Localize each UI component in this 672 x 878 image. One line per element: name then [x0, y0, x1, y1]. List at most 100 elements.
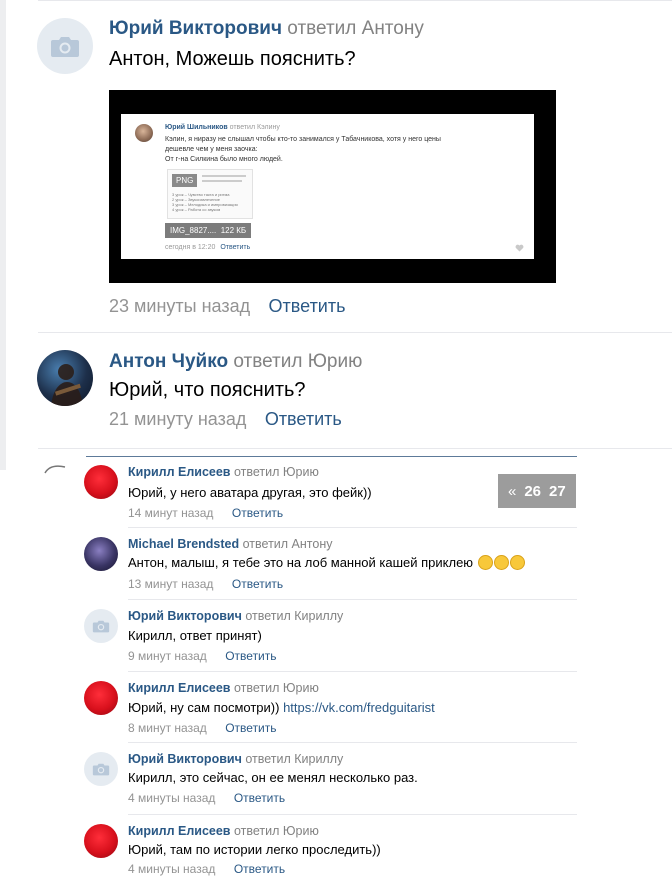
- png-line: [202, 175, 246, 177]
- reply-target: ответил Юрию: [233, 681, 319, 695]
- author-name[interactable]: Michael Brendsted: [128, 537, 239, 551]
- avatar[interactable]: [84, 609, 118, 643]
- camera-icon: [92, 763, 110, 776]
- author-name[interactable]: Кирилл Елисеев: [128, 681, 231, 695]
- profile-link[interactable]: https://vk.com/fredguitarist: [283, 700, 435, 715]
- reply-target: ответил Кэлину: [229, 124, 280, 131]
- timestamp: сегодня в 12:20: [165, 244, 216, 251]
- comment: Кирилл Елисеев ответил Юрию Юрий, там по…: [84, 817, 578, 878]
- reply-button[interactable]: Ответить: [265, 409, 342, 429]
- comment-text: Юрий, ну сам посмотри)): [128, 700, 280, 715]
- file-name: IMG_8827....: [170, 226, 217, 235]
- avatar: [135, 124, 153, 142]
- author-name[interactable]: Кирилл Елисеев: [128, 465, 231, 479]
- comment-header: Юрий Викторович ответил Кириллу: [128, 609, 343, 623]
- timestamp[interactable]: 8 минут назад: [128, 721, 207, 735]
- comment-text: Кирилл, это сейчас, он ее менял нескольк…: [128, 770, 418, 785]
- grinning-emoji-icon: [477, 555, 493, 570]
- author-name[interactable]: Юрий Викторович: [128, 609, 242, 623]
- embedded-text-3: От г-на Силкина было много людей.: [165, 156, 283, 163]
- comment-header: Кирилл Елисеев ответил Юрию: [128, 681, 319, 695]
- timestamp[interactable]: 21 минуту назад: [109, 409, 246, 429]
- heart-icon: [515, 244, 524, 252]
- comment: Юрий Викторович ответил Кириллу Кирилл, …: [84, 602, 578, 672]
- comment-divider: [38, 448, 672, 449]
- file-badge: IMG_8827.... 122 КБ: [165, 223, 252, 238]
- avatar[interactable]: [37, 18, 93, 74]
- comment-text: Антон, Можешь пояснить?: [109, 48, 356, 70]
- comment-meta: 23 минуты назад Ответить: [109, 296, 346, 317]
- timestamp[interactable]: 4 минуты назад: [128, 862, 215, 876]
- comment-meta: 4 минуты назад Ответить: [128, 789, 285, 807]
- embedded-text-2: дешевле чем у меня заочка:: [165, 146, 258, 153]
- embedded-text-1: Кэлин, я ниразу не слышал чтобы кто-то з…: [165, 136, 441, 143]
- comment-header: Антон Чуйко ответил Юрию: [109, 351, 362, 373]
- png-list: 3 урок – Чувство такта и ритма 2 урок – …: [172, 192, 238, 212]
- rofl-emoji-icon: [493, 555, 509, 570]
- comment: Антон Чуйко ответил Юрию Юрий, что поясн…: [0, 333, 672, 448]
- comment-header: Юрий Викторович ответил Кириллу: [128, 752, 343, 766]
- comment-text-line: Антон, малыш, я тебе это на лоб манной к…: [128, 555, 525, 570]
- comment-meta: 4 минуты назад Ответить: [128, 860, 285, 878]
- timestamp[interactable]: 23 минуты назад: [109, 296, 250, 316]
- comment-meta: 9 минут назад Ответить: [128, 647, 277, 665]
- avatar[interactable]: [84, 752, 118, 786]
- comment-header: Michael Brendsted ответил Антону: [128, 537, 332, 551]
- timestamp[interactable]: 14 минут назад: [128, 506, 213, 520]
- timestamp[interactable]: 13 минут назад: [128, 577, 213, 591]
- attached-image[interactable]: Юрий Шильников ответил Кэлину Кэлин, я н…: [109, 90, 556, 283]
- reply-button[interactable]: Ответить: [225, 649, 276, 663]
- png-attachment: PNG 3 урок – Чувство такта и ритма 2 уро…: [167, 169, 253, 219]
- comment-text: Кирилл, ответ принят): [128, 628, 262, 643]
- comment-meta: 14 минут назад Ответить: [128, 504, 283, 522]
- png-line: [202, 180, 242, 182]
- author-name[interactable]: Юрий Викторович: [128, 752, 242, 766]
- comment-meta: 8 минут назад Ответить: [128, 719, 277, 737]
- reply-button[interactable]: Ответить: [232, 577, 283, 591]
- author-name[interactable]: Антон Чуйко: [109, 351, 228, 372]
- reply-button[interactable]: Ответить: [269, 296, 346, 316]
- reply-target: ответил Кириллу: [245, 752, 344, 766]
- camera-icon: [51, 37, 79, 57]
- comment: Michael Brendsted ответил Антону Антон, …: [84, 530, 578, 600]
- comment-divider: [128, 527, 577, 528]
- comment-divider: [128, 814, 577, 815]
- comment-header: Юрий Викторович ответил Антону: [109, 18, 424, 40]
- avatar[interactable]: [84, 465, 118, 499]
- reply-target: ответил Кириллу: [245, 609, 344, 623]
- comment-text: Антон, малыш, я тебе это на лоб манной к…: [128, 555, 474, 570]
- reply-target: ответил Юрию: [233, 465, 319, 479]
- comment-header: Кирилл Елисеев ответил Юрию: [128, 824, 319, 838]
- reply-target: ответил Юрию: [233, 351, 363, 372]
- camera-icon: [92, 620, 110, 633]
- partial-avatar-fragment: [44, 465, 66, 474]
- comment-meta: 21 минуту назад Ответить: [109, 409, 342, 430]
- comment-text: Юрий, у него аватара другая, это фейк)): [128, 485, 372, 500]
- reply-target: ответил Юрию: [233, 824, 319, 838]
- comment-header: Кирилл Елисеев ответил Юрию: [128, 465, 319, 479]
- comment: Юрий Викторович ответил Кириллу Кирилл, …: [84, 745, 578, 815]
- reply-button[interactable]: Ответить: [234, 791, 285, 805]
- reply-button[interactable]: Ответить: [232, 506, 283, 520]
- embedded-meta: сегодня в 12:20 Ответить: [165, 243, 250, 252]
- png-list-item: 4 урок – Работа со звуком: [172, 207, 221, 212]
- timestamp[interactable]: 9 минут назад: [128, 649, 207, 663]
- timestamp[interactable]: 4 минуты назад: [128, 791, 215, 805]
- avatar[interactable]: [37, 350, 93, 406]
- avatar[interactable]: [84, 824, 118, 858]
- section-rule: [86, 456, 577, 457]
- png-badge: PNG: [172, 174, 198, 187]
- avatar[interactable]: [84, 681, 118, 715]
- author-name[interactable]: Кирилл Елисеев: [128, 824, 231, 838]
- reply-button[interactable]: Ответить: [225, 721, 276, 735]
- reply-target: ответил Антону: [287, 18, 424, 39]
- author-name[interactable]: Юрий Викторович: [109, 18, 282, 39]
- avatar[interactable]: [84, 537, 118, 571]
- embedded-comment: Юрий Шильников ответил Кэлину Кэлин, я н…: [121, 114, 534, 259]
- comment: Кирилл Елисеев ответил Юрию Юрий, ну сам…: [84, 674, 578, 744]
- comment-divider: [128, 671, 577, 672]
- comment: Кирилл Елисеев ответил Юрию Юрий, у него…: [84, 458, 578, 528]
- reply-button[interactable]: Ответить: [234, 862, 285, 876]
- person-photo: [51, 364, 83, 406]
- comment-text: Юрий, что пояснить?: [109, 379, 306, 401]
